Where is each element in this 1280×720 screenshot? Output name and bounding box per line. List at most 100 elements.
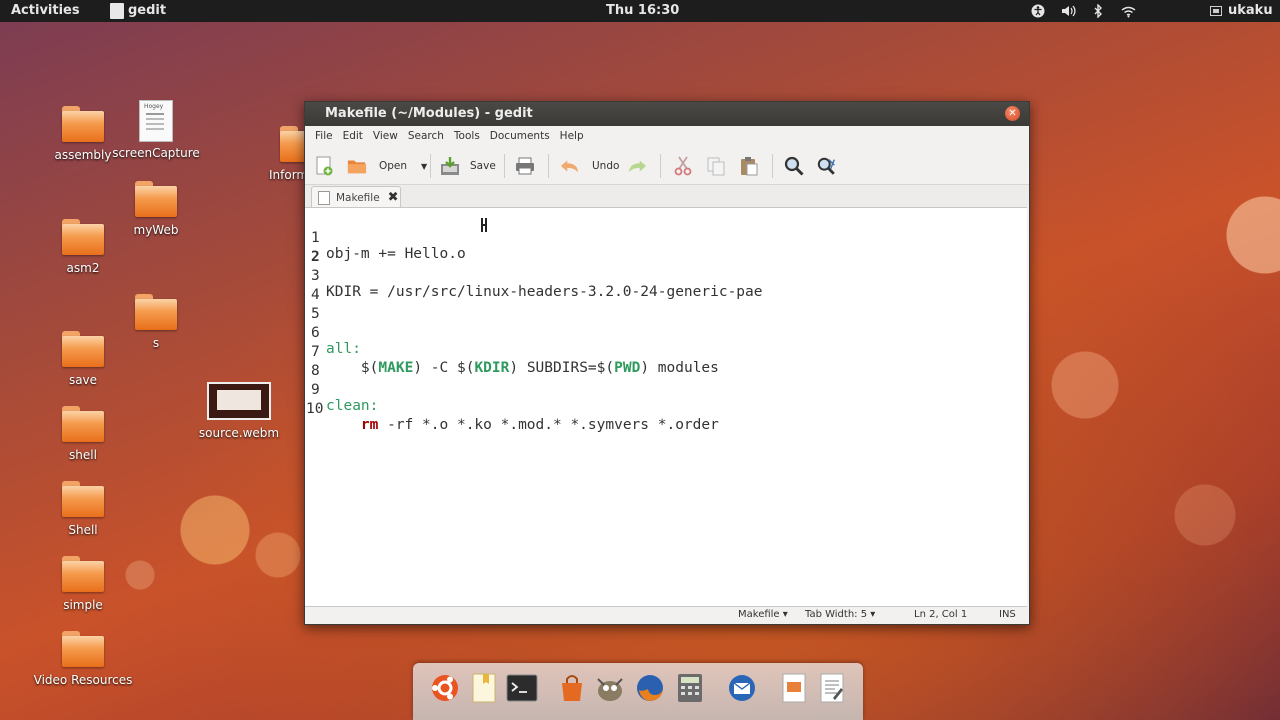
print-button[interactable]	[515, 155, 535, 177]
undo-button[interactable]: Undo	[560, 155, 619, 177]
desktop-icon-label: asm2	[66, 261, 100, 275]
menu-file[interactable]: File	[310, 130, 338, 142]
toolbar-separator	[660, 154, 661, 178]
code-token: )	[413, 360, 423, 376]
insert-mode: INS	[999, 609, 1016, 620]
menu-search[interactable]: Search	[403, 130, 449, 142]
variable-token: MAKE	[378, 360, 414, 376]
undo-label: Undo	[592, 160, 620, 172]
line-text: rm -rf *.o *.ko *.mod.* *.symvers *.orde…	[326, 417, 719, 433]
system-tray	[1030, 1, 1136, 21]
toolbar-separator	[772, 154, 773, 178]
code-token: -C	[422, 360, 457, 376]
terminal-icon[interactable]	[505, 671, 539, 705]
code-line: 5	[305, 290, 357, 322]
text-editor[interactable]: 1 obj-m += Hello.o 2 3 KDIR = /usr/src/l…	[305, 207, 1027, 607]
accessibility-icon[interactable]	[1030, 3, 1046, 19]
user-name: ukaku	[1228, 3, 1273, 18]
window-title: Makefile (~/Modules) - gedit	[325, 106, 533, 121]
tab-makefile[interactable]: Makefile ✖	[311, 186, 401, 208]
desktop-folder-shell[interactable]: shell	[37, 406, 129, 462]
desktop-icon-label: Shell	[68, 523, 98, 537]
menu-documents[interactable]: Documents	[485, 130, 555, 142]
code-line: 10 rm -rf *.o *.ko *.mod.* *.symvers *.o…	[305, 385, 719, 433]
open-folder-icon	[347, 156, 367, 176]
desktop-icon-label: source.webm	[198, 426, 280, 440]
copy-button[interactable]	[706, 155, 726, 177]
wifi-icon[interactable]	[1120, 3, 1136, 19]
menu-help[interactable]: Help	[555, 130, 589, 142]
folder-icon	[62, 219, 104, 255]
code-line: 7 $(MAKE) -C $(KDIR) SUBDIRS=$(PWD) modu…	[305, 328, 719, 376]
folder-icon	[62, 106, 104, 142]
calculator-icon[interactable]	[673, 671, 707, 705]
folder-icon	[62, 631, 104, 667]
menu-edit[interactable]: Edit	[338, 130, 368, 142]
paste-button[interactable]	[739, 155, 759, 177]
desktop-icon-label: save	[68, 373, 98, 387]
volume-icon[interactable]	[1060, 3, 1076, 19]
new-button[interactable]	[315, 155, 335, 177]
code-token: -rf *.o *.ko *.mod.* *.symvers *.order	[378, 417, 719, 433]
redo-icon	[627, 156, 647, 176]
firefox-icon[interactable]	[633, 671, 667, 705]
text-editor-icon[interactable]	[815, 671, 849, 705]
code-token: ) modules	[640, 360, 719, 376]
files-icon[interactable]	[467, 671, 501, 705]
user-menu[interactable]: ukaku	[1210, 3, 1273, 18]
activities-button[interactable]: Activities	[11, 3, 80, 18]
line-number: 10	[306, 401, 324, 417]
code-line: 8	[305, 347, 357, 379]
find-button[interactable]	[784, 155, 804, 177]
menu-view[interactable]: View	[368, 130, 403, 142]
desktop-folder-save[interactable]: save	[37, 331, 129, 387]
open-recent-dropdown-icon[interactable]: ▼	[421, 162, 427, 171]
code-line: 2	[305, 233, 357, 265]
clock[interactable]: Thu 16:30	[606, 3, 679, 18]
desktop-icon-label: screenCapture	[112, 146, 200, 160]
code-token: $(	[456, 360, 475, 376]
document-icon: Hogey	[139, 100, 173, 142]
app-menu[interactable]: gedit	[128, 3, 166, 18]
code-token: $(	[360, 360, 379, 376]
video-icon	[207, 382, 271, 420]
document-icon-text: Hogey	[144, 103, 164, 110]
dock	[413, 663, 863, 720]
ubuntu-icon[interactable]	[428, 671, 462, 705]
open-label: Open	[379, 160, 408, 172]
code-line: 9 clean:	[305, 366, 378, 414]
presentation-icon[interactable]	[777, 671, 811, 705]
save-icon	[440, 156, 460, 176]
code-line: 6 all:	[305, 309, 361, 357]
thunderbird-icon[interactable]	[725, 671, 759, 705]
open-button[interactable]: Open ▼	[347, 155, 427, 177]
command-token: rm	[360, 417, 379, 433]
folder-icon	[62, 331, 104, 367]
cursor-position: Ln 2, Col 1	[914, 609, 968, 620]
bluetooth-icon[interactable]	[1090, 3, 1106, 19]
desktop-folder-asm2[interactable]: asm2	[37, 219, 129, 275]
menu-tools[interactable]: Tools	[449, 130, 485, 142]
replace-button[interactable]	[817, 155, 837, 177]
desktop-icon-label: simple	[63, 598, 103, 612]
variable-token: KDIR	[474, 360, 510, 376]
cut-button[interactable]	[673, 155, 693, 177]
window-titlebar[interactable]: Makefile (~/Modules) - gedit ✕	[305, 102, 1029, 126]
scissors-icon	[673, 156, 693, 176]
close-window-button[interactable]: ✕	[1005, 106, 1020, 121]
desktop-folder-simple[interactable]: simple	[37, 556, 129, 612]
save-button[interactable]: Save	[440, 155, 496, 177]
desktop-file-screencapture[interactable]: Hogey screenCapture	[110, 100, 202, 160]
desktop-file-source-webm[interactable]: source.webm	[193, 382, 285, 440]
redo-button[interactable]	[627, 155, 647, 177]
desktop-icon-label: shell	[69, 448, 97, 462]
desktop-folder-video-resources[interactable]: Video Resources	[33, 631, 133, 687]
software-center-icon[interactable]	[555, 671, 589, 705]
desktop-folder-inform[interactable]: Inform	[262, 126, 306, 182]
close-tab-icon[interactable]: ✖	[388, 190, 399, 205]
desktop-folder-shell-capital[interactable]: Shell	[37, 481, 129, 537]
language-selector[interactable]: Makefile ▾	[738, 609, 788, 620]
gimp-icon[interactable]	[593, 671, 627, 705]
tab-width-selector[interactable]: Tab Width: 5 ▾	[805, 609, 875, 620]
